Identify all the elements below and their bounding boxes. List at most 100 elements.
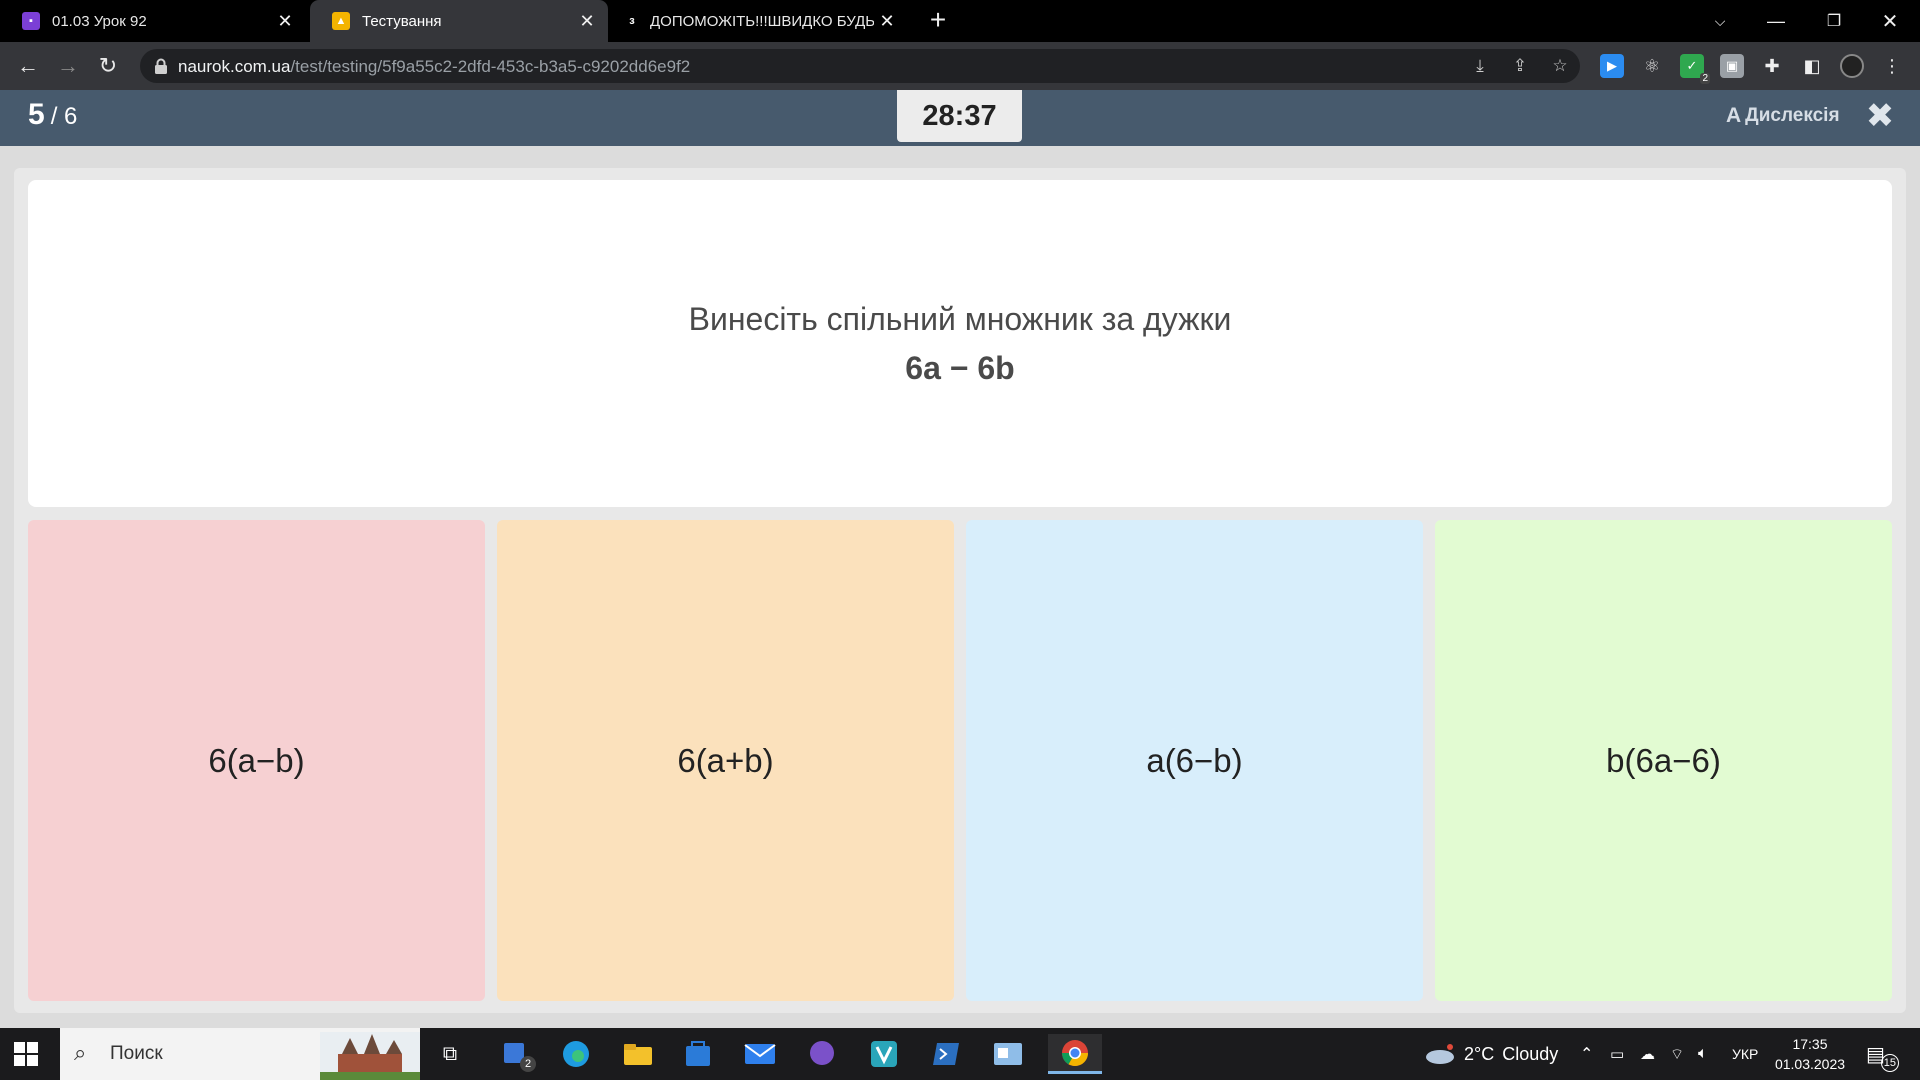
file-explorer-app-icon[interactable] bbox=[616, 1034, 660, 1074]
browser-toolbar: ← → ↻ naurok.com.ua/test/testing/5f9a55c… bbox=[0, 42, 1920, 90]
dyslexia-label: Дислексія bbox=[1745, 105, 1840, 126]
notification-center-icon[interactable]: ▤ 15 bbox=[1866, 1028, 1899, 1080]
share-icon[interactable]: ⇪ bbox=[1510, 56, 1530, 76]
answer-label: b(6a−6) bbox=[1606, 741, 1721, 779]
forward-arrow-icon[interactable]: → bbox=[52, 50, 84, 82]
viber-app-icon[interactable] bbox=[800, 1034, 844, 1074]
weather-widget[interactable]: 2°C Cloudy bbox=[1424, 1028, 1558, 1080]
close-tab-icon[interactable]: ✕ bbox=[574, 11, 600, 32]
back-arrow-icon[interactable]: ← bbox=[12, 50, 44, 82]
folder-icon bbox=[624, 1044, 652, 1065]
powershell-icon bbox=[933, 1043, 959, 1065]
browser-tab-strip: ▪ 01.03 Урок 92 ✕ ▲ Тестування ✕ з ДОПОМ… bbox=[0, 0, 1920, 42]
url-path: /test/testing/5f9a55c2-2dfd-453c-b3a5-c9… bbox=[290, 57, 691, 76]
tray-overflow-icon[interactable]: ⌃ bbox=[1580, 1028, 1593, 1080]
task-view-icon[interactable]: ⧉ bbox=[428, 1034, 472, 1074]
weather-condition: Cloudy bbox=[1502, 1043, 1559, 1064]
store-app-icon[interactable] bbox=[676, 1034, 720, 1074]
edge-app-icon[interactable] bbox=[554, 1034, 598, 1074]
network-error-icon[interactable]: ☁ bbox=[1640, 1028, 1655, 1080]
teams-app-icon[interactable]: 2 bbox=[494, 1034, 538, 1074]
language-indicator[interactable]: УКР bbox=[1732, 1028, 1758, 1080]
lock-icon bbox=[155, 58, 167, 74]
taskbar-search-input[interactable]: ⌕ Поиск bbox=[60, 1028, 420, 1080]
font-a-icon: A bbox=[1726, 104, 1742, 127]
url-text: naurok.com.ua/test/testing/5f9a55c2-2dfd… bbox=[178, 57, 690, 77]
naurok-icon: ▲ bbox=[332, 12, 350, 30]
answer-option-2[interactable]: 6(a+b) bbox=[497, 520, 954, 1001]
close-quiz-button[interactable]: ✖ bbox=[1864, 97, 1896, 135]
quiz-header: 5 / 6 28:37 A Дислексія ✖ bbox=[0, 90, 1920, 146]
vector-app-icon[interactable] bbox=[862, 1034, 906, 1074]
bookmark-star-icon[interactable]: ☆ bbox=[1550, 56, 1570, 76]
question-text: Винесіть спільний множник за дужки bbox=[688, 300, 1232, 337]
mail-app-icon[interactable] bbox=[738, 1034, 782, 1074]
vector-icon bbox=[871, 1041, 897, 1067]
powershell-app-icon[interactable] bbox=[924, 1034, 968, 1074]
shield-extension-icon[interactable]: ✓ 2 bbox=[1680, 54, 1710, 84]
dyslexia-toggle-button[interactable]: A Дислексія bbox=[1726, 104, 1840, 128]
chrome-icon bbox=[1061, 1039, 1089, 1066]
search-icon: ⌕ bbox=[74, 1040, 87, 1065]
install-app-icon[interactable]: ⤓ bbox=[1470, 56, 1490, 76]
control-panel-app-icon[interactable] bbox=[986, 1034, 1030, 1074]
answer-option-4[interactable]: b(6a−6) bbox=[1435, 520, 1892, 1001]
notification-count: 15 bbox=[1880, 1054, 1899, 1072]
classroom-icon: ▪ bbox=[22, 12, 40, 30]
mail-icon bbox=[744, 1044, 776, 1064]
tab-title: ДОПОМОЖІТЬ!!!ШВИДКО БУДЬ bbox=[650, 12, 874, 30]
viber-icon bbox=[810, 1041, 834, 1065]
question-card: Винесіть спільний множник за дужки 6a − … bbox=[28, 180, 1892, 507]
current-question-number: 5 bbox=[28, 98, 45, 131]
question-expression: 6a − 6b bbox=[905, 349, 1015, 386]
tab-znanija[interactable]: з ДОПОМОЖІТЬ!!!ШВИДКО БУДЬ ✕ bbox=[608, 0, 908, 42]
tab-search-icon[interactable]: ⌵ bbox=[1692, 0, 1748, 42]
close-tab-icon[interactable]: ✕ bbox=[272, 11, 298, 32]
extension-badge: 2 bbox=[1700, 73, 1710, 84]
weather-temperature: 2°C bbox=[1464, 1043, 1495, 1064]
edge-icon bbox=[563, 1041, 589, 1067]
side-panel-icon[interactable]: ◧ bbox=[1800, 54, 1824, 78]
extensions-puzzle-icon[interactable]: ✚ bbox=[1760, 54, 1784, 78]
close-window-button[interactable]: ✕ bbox=[1862, 0, 1918, 42]
answer-option-3[interactable]: a(6−b) bbox=[966, 520, 1423, 1001]
tab-lesson[interactable]: ▪ 01.03 Урок 92 ✕ bbox=[0, 0, 306, 42]
url-host: naurok.com.ua bbox=[178, 57, 291, 76]
wifi-icon[interactable]: ⌔ bbox=[1670, 1028, 1684, 1080]
windows-start-icon[interactable] bbox=[14, 1042, 38, 1066]
chrome-app-icon[interactable] bbox=[1048, 1034, 1102, 1074]
zoom-extension-icon[interactable]: ▶ bbox=[1600, 54, 1624, 78]
answer-label: 6(a−b) bbox=[208, 741, 305, 779]
restore-button[interactable]: ❐ bbox=[1806, 0, 1862, 42]
react-devtools-icon[interactable]: ⚛ bbox=[1640, 54, 1664, 78]
answer-option-1[interactable]: 6(a−b) bbox=[28, 520, 485, 1001]
znanija-icon: з bbox=[626, 12, 638, 30]
photo-extension-icon[interactable]: ▣ bbox=[1720, 54, 1744, 78]
answer-label: 6(a+b) bbox=[677, 741, 774, 779]
taskbar-badge: 2 bbox=[520, 1056, 536, 1072]
tab-testing[interactable]: ▲ Тестування ✕ bbox=[310, 0, 608, 42]
address-bar[interactable]: naurok.com.ua/test/testing/5f9a55c2-2dfd… bbox=[140, 49, 1580, 83]
answer-label: a(6−b) bbox=[1146, 741, 1243, 779]
tab-title: 01.03 Урок 92 bbox=[52, 12, 147, 30]
total-questions: / 6 bbox=[50, 103, 78, 130]
clock-time: 17:35 bbox=[1792, 1036, 1828, 1052]
system-clock[interactable]: 17:35 01.03.2023 bbox=[1770, 1034, 1850, 1074]
profile-avatar[interactable] bbox=[1840, 54, 1864, 78]
question-progress: 5 / 6 bbox=[28, 98, 77, 132]
close-tab-icon[interactable]: ✕ bbox=[874, 11, 900, 32]
search-placeholder: Поиск bbox=[110, 1043, 163, 1064]
new-tab-button[interactable]: + bbox=[922, 5, 954, 37]
minimize-button[interactable]: — bbox=[1748, 0, 1804, 42]
volume-icon[interactable]: 🔈︎ bbox=[1698, 1028, 1708, 1080]
store-icon bbox=[686, 1041, 710, 1066]
tab-title: Тестування bbox=[362, 12, 442, 30]
browser-menu-icon[interactable]: ⋮ bbox=[1880, 54, 1904, 78]
windows-taskbar: ⌕ Поиск ⧉ 2 2°C Cloudy ⌃ ▭ ☁ ⌔ 🔈︎ УКР 17… bbox=[0, 1028, 1920, 1080]
clock-date: 01.03.2023 bbox=[1774, 1056, 1846, 1072]
control-panel-icon bbox=[994, 1043, 1022, 1065]
reload-icon[interactable]: ↻ bbox=[92, 50, 124, 82]
cloudy-weather-icon bbox=[1426, 1044, 1454, 1064]
search-highlight-castle-icon bbox=[320, 1032, 420, 1080]
meet-now-icon[interactable]: ▭ bbox=[1610, 1028, 1624, 1080]
